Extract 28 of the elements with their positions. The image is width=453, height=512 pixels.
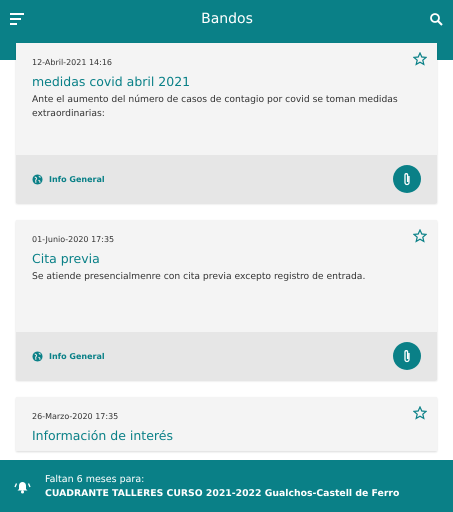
notice-title: Cita previa xyxy=(32,251,101,266)
notice-card[interactable]: 26-Marzo-2020 17:35 Información de interés xyxy=(16,397,437,451)
screen-title: Bandos xyxy=(201,11,253,27)
notice-title: medidas covid abril 2021 xyxy=(32,74,192,89)
attachment-button[interactable] xyxy=(393,342,421,370)
category-label: Info General xyxy=(49,174,105,184)
category-label: Info General xyxy=(49,352,105,360)
reminder-banner[interactable]: Faltan 6 meses para: CUADRANTE TALLERES CURSO 2021-2022 Gualchos-Castell de Ferro xyxy=(0,460,453,512)
attachment-button[interactable] xyxy=(393,165,421,193)
globe-icon xyxy=(32,350,43,362)
favorite-star-icon[interactable] xyxy=(413,52,427,66)
globe-icon xyxy=(32,174,43,184)
notice-date: 26-Marzo-2020 17:35 xyxy=(32,412,120,421)
countdown-label: Faltan 6 meses para: xyxy=(45,474,146,484)
paperclip-icon xyxy=(403,172,411,186)
favorite-star-icon[interactable] xyxy=(413,406,427,420)
search-icon[interactable] xyxy=(430,12,443,26)
notice-card[interactable]: 12-Abril-2021 14:16 medidas covid abril 2021 Ante el aumento del número de casos de contagio por covid se toman medidas extraordinarias: Info General xyxy=(16,43,437,203)
notice-card[interactable]: 01-Junio-2020 17:35 Cita previa Se atiende presencialmenre con cita previa excepto registro de entrada. Info General xyxy=(16,220,437,380)
notice-title: Información de interés xyxy=(32,428,174,443)
notice-date: 12-Abril-2021 14:16 xyxy=(32,58,114,67)
notice-date: 01-Junio-2020 17:35 xyxy=(32,235,116,244)
paperclip-icon xyxy=(403,349,411,363)
notice-text: Se atiende presencialmenre con cita previa excepto registro de entrada. xyxy=(32,270,366,284)
notice-text: Ante el aumento del número de casos de contagio por covid se toman medidas extraordinarias: xyxy=(32,93,399,121)
menu-icon[interactable] xyxy=(10,13,24,25)
favorite-star-icon[interactable] xyxy=(413,229,427,243)
event-title: CUADRANTE TALLERES CURSO 2021-2022 Gualchos-Castell de Ferro xyxy=(45,488,400,498)
